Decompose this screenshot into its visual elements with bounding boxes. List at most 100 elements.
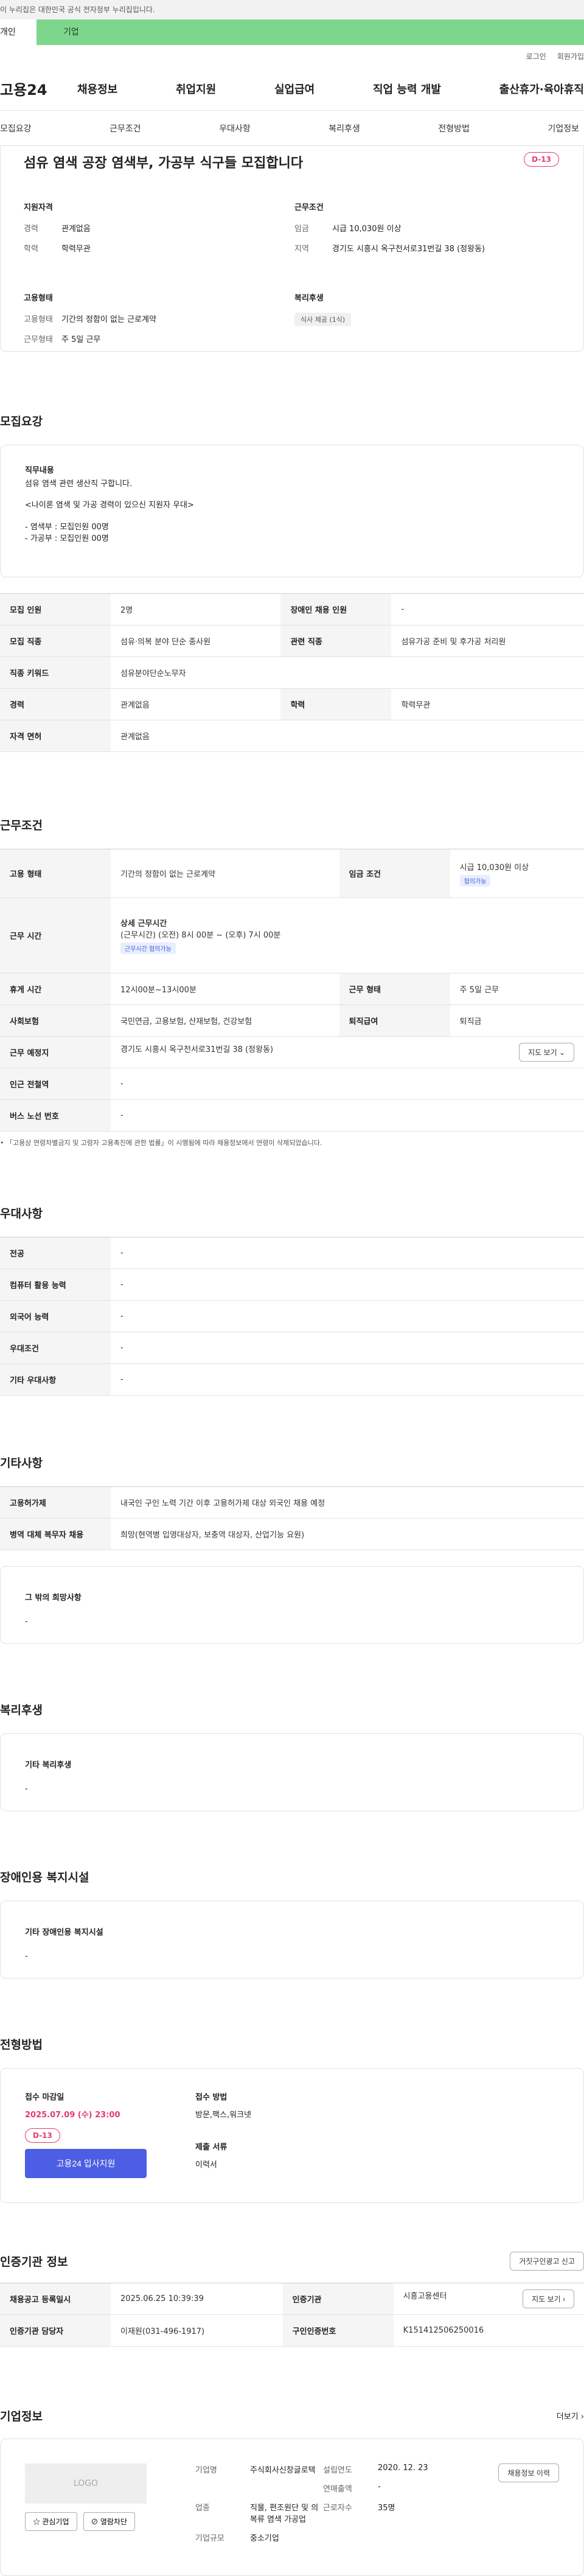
cell-value: 학력무관 <box>391 688 584 720</box>
age-notice-text: 「고용상 연령차별금지 및 고령자 고용촉진에 관한 법률」이 시행됨에 따라 … <box>6 1139 322 1147</box>
subnav-welfare[interactable]: 복리후생 <box>328 122 360 134</box>
place-text: 경기도 시흥시 옥구천서로31번길 38 (정왕동) <box>120 1045 274 1054</box>
table-row: 고용 형태 기간의 정함이 없는 근로계약 임금 조건 시급 10,030원 이… <box>0 849 584 898</box>
welfare-value: - <box>25 1784 28 1794</box>
org-text: 시흥고용센터 <box>403 2292 447 2301</box>
cell-value: - <box>111 1237 584 1269</box>
cell-value: 이재원(031-496-1917) <box>111 2314 283 2347</box>
disabled-card: 기타 장애인용 복지시설 - <box>0 1901 584 1979</box>
method-heading: 접수 방법 <box>195 2093 228 2102</box>
gnb-item-jobs[interactable]: 채용정보 <box>77 81 117 97</box>
report-fake-ad-button[interactable]: 거짓구인광고 신고 <box>510 2252 584 2271</box>
wage-value: 시급 10,030원 이상 <box>332 225 401 234</box>
subnav-screening[interactable]: 전형방법 <box>438 122 470 134</box>
hours-text: (근무시간) (오전) 8시 00분 ~ (오후) 7시 00분 <box>120 931 281 940</box>
deadline-value: 2025.07.09 (수) 23:00 <box>25 2111 120 2120</box>
cell-label: 컴퓨터 활용 능력 <box>0 1269 111 1301</box>
region-label: 지역 <box>294 245 309 254</box>
table-row: 병역 대체 복무자 채용 희망(현역병 입영대상자, 보충역 대상자, 산업기능 … <box>0 1518 584 1550</box>
cell-label: 인근 전철역 <box>0 1068 111 1100</box>
company-info-grid: 기업명 주식회사신창글로텍 설립연도 2020. 12. 23 연매출액 - 업종 직물… <box>195 2463 445 2551</box>
qualification-heading: 지원자격 <box>24 203 53 212</box>
cell-value: - <box>111 1332 584 1364</box>
history-button[interactable]: 채용정보 이력 <box>498 2463 559 2482</box>
company-more-link[interactable]: 더보기 › <box>557 2410 584 2421</box>
etc-table: 고용허가제 내국인 구인 노력 기간 이후 고용허가제 대상 외국인 채용 예정 … <box>0 1486 584 1550</box>
welfare-heading: 기타 복리후생 <box>25 1761 72 1770</box>
cell-value: - <box>111 1068 584 1100</box>
welfare-summary-block: 복리후생 식사 제공 (1식) <box>294 291 565 353</box>
table-row: 직종 키워드 섬유분야단순노무자 <box>0 656 584 689</box>
cell-label: 구인인증번호 <box>282 2314 394 2347</box>
subnav-preference[interactable]: 우대사항 <box>219 122 251 134</box>
table-row: 모집 직종 섬유·의복 분야 단순 종사원 관련 직종 섬유가공 준비 및 후가공 처… <box>0 625 584 657</box>
cell-value: 퇴직금 <box>450 1004 584 1037</box>
disabled-value: - <box>25 1952 28 1961</box>
tab-corporate[interactable]: 기업 <box>36 19 584 45</box>
docs-value: 이력서 <box>195 2160 217 2170</box>
dday-badge: D-13 <box>524 152 559 167</box>
subnav-conditions[interactable]: 근무조건 <box>109 122 141 134</box>
wage-negotiable-chip: 협의가능 <box>459 874 491 886</box>
wage-label: 임금 <box>294 225 309 234</box>
hope-heading: 그 밖의 희망사항 <box>25 1593 82 1603</box>
table-row: 컴퓨터 활용 능력 - <box>0 1269 584 1301</box>
cell-value: - <box>111 1099 584 1132</box>
site-logo[interactable]: 고용24 <box>0 78 77 99</box>
table-row: 근무 시간 상세 근무시간 (근무시간) (오전) 8시 00분 ~ (오후) … <box>0 897 584 973</box>
gnb-item-unemployment[interactable]: 실업급여 <box>274 81 315 97</box>
sales-value: - <box>378 2482 381 2491</box>
join-link[interactable]: 회원가입 <box>557 51 584 61</box>
welfare-card: 기타 복리후생 - <box>0 1733 584 1811</box>
table-row: 인증기관 담당자 이재원(031-496-1917) 구인인증번호 K15141250… <box>0 2314 584 2347</box>
company-section-title: 기업정보 <box>0 2410 43 2423</box>
table-row: 전공 - <box>0 1237 584 1269</box>
gov-notice-text: 이 누리집은 대한민국 공식 전자정부 누리집입니다. <box>0 5 155 14</box>
table-row: 외국어 능력 - <box>0 1300 584 1332</box>
map-view-button[interactable]: 지도 보기 ⌄ <box>519 1043 574 1062</box>
cell-value: - <box>111 1300 584 1332</box>
favorite-company-button[interactable]: ☆ 관심기업 <box>25 2512 77 2531</box>
block-company-button[interactable]: ⊘ 열람차단 <box>83 2512 135 2531</box>
cell-label: 버스 노선 번호 <box>0 1099 111 1132</box>
subnav-recruit[interactable]: 모집요강 <box>0 122 32 134</box>
cell-label: 근무 형태 <box>339 973 450 1005</box>
education-label: 학력 <box>24 245 38 254</box>
cell-value: 경기도 시흥시 옥구천서로31번길 38 (정왕동) 지도 보기 ⌄ <box>111 1036 584 1068</box>
table-row: 고용허가제 내국인 구인 노력 기간 이후 고용허가제 대상 외국인 채용 예정 <box>0 1486 584 1519</box>
cell-label: 학력 <box>280 688 392 720</box>
utility-links: 로그인 회원가입 <box>0 45 584 67</box>
cell-label: 전공 <box>0 1237 111 1269</box>
gnb-item-leave[interactable]: 출산휴가·육아휴직 <box>499 81 584 97</box>
duty-heading: 직무내용 <box>25 466 54 475</box>
hours-negotiable-chip: 근무시간 협의가능 <box>120 942 176 954</box>
disabled-section-title: 장애인용 복지시설 <box>0 1871 89 1884</box>
cell-value: 관계없음 <box>111 688 281 720</box>
cell-value: 섬유가공 준비 및 후가공 처리원 <box>391 625 584 657</box>
emptype-value: 기간의 정함이 없는 근로계약 <box>61 315 156 324</box>
cell-label: 채용공고 등록일시 <box>0 2283 111 2315</box>
gnb-item-training[interactable]: 직업 능력 개발 <box>373 81 441 97</box>
subnav-company[interactable]: 기업정보 <box>548 122 579 134</box>
gov-notice-bar: 이 누리집은 대한민국 공식 전자정부 누리집입니다. <box>0 0 584 19</box>
workform-label: 근무형태 <box>24 335 53 344</box>
table-row: 기타 우대사항 - <box>0 1363 584 1396</box>
cell-value: 내국인 구인 노력 기간 이후 고용허가제 대상 외국인 채용 예정 <box>111 1486 584 1519</box>
cell-label: 외국어 능력 <box>0 1300 111 1332</box>
apply-button[interactable]: 고용24 입사지원 <box>25 2149 147 2178</box>
cert-map-button[interactable]: 지도 보기 › <box>523 2289 574 2308</box>
cell-value: - <box>111 1363 584 1396</box>
cell-value: K151412506250016 <box>393 2314 584 2347</box>
duty-line-5: - 염색부 : 모집인원 00명 <box>25 522 109 532</box>
career-label: 경력 <box>24 225 38 234</box>
hope-value: - <box>25 1617 28 1626</box>
table-row: 채용공고 등록일시 2025.06.25 10:39:39 인증기관 시흥고용센터 지도… <box>0 2283 584 2315</box>
emptype-label: 고용형태 <box>24 315 53 324</box>
login-link[interactable]: 로그인 <box>526 51 546 61</box>
recruit-table: 모집 인원 2명 장애인 채용 인원 - 모집 직종 섬유·의복 분야 단순 종사원 관련… <box>0 593 584 752</box>
disabled-heading: 기타 장애인용 복지시설 <box>25 1928 103 1937</box>
gnb-item-support[interactable]: 취업지원 <box>176 81 216 97</box>
size-value: 중소기업 <box>250 2534 279 2543</box>
tab-personal[interactable]: 개인 <box>0 19 36 45</box>
size-label: 기업규모 <box>195 2534 224 2543</box>
